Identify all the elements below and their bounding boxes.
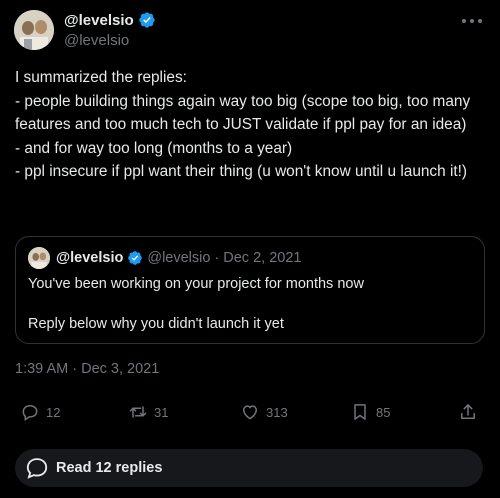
share-button[interactable]	[458, 402, 478, 422]
tweet: @levelsio @levelsio I summarized the rep…	[0, 0, 500, 498]
quoted-tweet-header: @levelsio @levelsio · Dec 2, 2021	[56, 250, 301, 266]
verified-badge-icon	[127, 250, 143, 266]
heart-icon	[240, 402, 260, 422]
tweet-text-line: - people building things again way too b…	[15, 92, 475, 134]
more-horizontal-icon	[478, 19, 482, 23]
reply-button[interactable]: 12	[20, 402, 60, 422]
quoted-text-line: You've been working on your project for …	[28, 276, 364, 292]
bookmark-icon	[350, 402, 370, 422]
quoted-display-name: @levelsio	[56, 250, 124, 266]
verified-badge-icon	[138, 11, 156, 29]
read-replies-label: Read 12 replies	[56, 460, 163, 476]
more-horizontal-icon	[470, 19, 474, 23]
tweet-text-line: - ppl insecure if ppl want their thing (…	[15, 163, 468, 180]
repost-button[interactable]: 31	[128, 402, 168, 422]
tweet-text-line: I summarized the replies:	[15, 69, 187, 86]
quoted-handle: @levelsio	[147, 250, 211, 266]
bookmark-button[interactable]: 85	[350, 402, 390, 422]
reply-count: 12	[46, 404, 61, 420]
quoted-tweet[interactable]: @levelsio @levelsio · Dec 2, 2021 You've…	[15, 236, 485, 344]
quoted-text-line: Reply below why you didn't launch it yet	[28, 316, 284, 332]
like-button[interactable]: 313	[240, 402, 288, 422]
action-bar: 12 31 313 85	[0, 398, 500, 434]
share-icon	[458, 402, 478, 422]
tweet-timestamp: 1:39 AM · Dec 3, 2021	[15, 361, 159, 377]
bookmark-count: 85	[376, 404, 391, 420]
like-count: 313	[266, 404, 288, 420]
repost-count: 31	[154, 404, 169, 420]
author-display-name[interactable]: @levelsio	[64, 12, 134, 29]
tweet-text-line: - and for way too long (months to a year…	[15, 139, 293, 157]
author-name-row: @levelsio	[64, 11, 156, 29]
more-horizontal-icon	[462, 19, 466, 23]
author-handle[interactable]: @levelsio	[64, 32, 129, 49]
timestamp-time-link[interactable]: 1:39 AM	[15, 361, 68, 377]
more-options-button[interactable]	[462, 14, 482, 28]
chat-bubble-icon	[24, 455, 50, 481]
tweet-text: I summarized the replies: - people build…	[15, 66, 493, 184]
separator-dot: ·	[72, 361, 78, 377]
reply-icon	[20, 402, 40, 422]
separator-dot: ·	[214, 250, 220, 266]
author-avatar[interactable]	[14, 10, 54, 50]
quoted-author-avatar	[28, 247, 50, 269]
read-replies-button[interactable]: Read 12 replies	[15, 449, 483, 487]
timestamp-date-link[interactable]: Dec 3, 2021	[81, 361, 159, 377]
repost-icon	[128, 402, 148, 422]
quoted-date: Dec 2, 2021	[223, 250, 302, 266]
